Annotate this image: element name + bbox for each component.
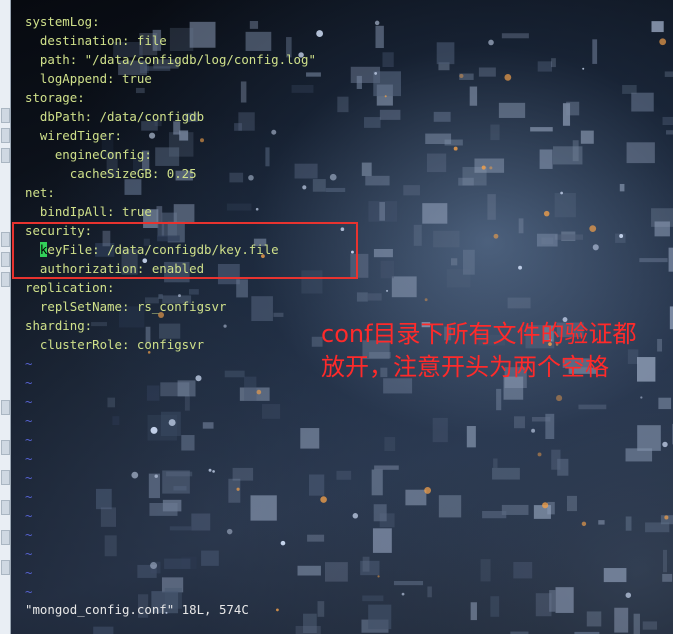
config-line[interactable]: clusterRole: configsvr [25, 335, 204, 354]
edge-tick [1, 108, 10, 123]
config-line[interactable]: replSetName: rs_configsvr [25, 297, 227, 316]
config-line[interactable]: bindIpAll: true [25, 202, 152, 221]
config-line[interactable]: wiredTiger: [25, 126, 122, 145]
config-line[interactable]: replication: [25, 278, 115, 297]
empty-line-tilde: ~ [25, 375, 33, 390]
config-line[interactable]: path: "/data/configdb/log/config.log" [25, 50, 316, 69]
config-line[interactable]: sharding: [25, 316, 92, 335]
config-line[interactable]: dbPath: /data/configdb [25, 107, 204, 126]
config-line[interactable]: systemLog: [25, 12, 100, 31]
config-line[interactable]: cacheSizeGB: 0.25 [25, 164, 197, 183]
empty-line-tilde: ~ [25, 508, 33, 523]
empty-line-tilde: ~ [25, 394, 33, 409]
empty-line-tilde: ~ [25, 413, 33, 428]
edge-tick [1, 232, 10, 247]
security-highlight-box [12, 222, 358, 279]
edge-tick [1, 470, 10, 485]
empty-line-tilde: ~ [25, 432, 33, 447]
edge-tick [1, 500, 10, 515]
config-line[interactable]: storage: [25, 88, 85, 107]
empty-line-tilde: ~ [25, 451, 33, 466]
empty-line-tilde: ~ [25, 470, 33, 485]
edge-tick [1, 272, 10, 287]
edge-tick [1, 440, 10, 455]
empty-line-tilde: ~ [25, 527, 33, 542]
empty-line-tilde: ~ [25, 356, 33, 371]
empty-line-tilde: ~ [25, 489, 33, 504]
edge-tick [1, 128, 10, 143]
wallpaper-background [91, 20, 673, 634]
config-line[interactable]: logAppend: true [25, 69, 152, 88]
edge-tick [1, 400, 10, 415]
config-line[interactable]: net: [25, 183, 55, 202]
edge-tick [1, 148, 10, 163]
edge-tick [1, 530, 10, 545]
edge-tick [1, 252, 10, 267]
vim-status-line: "mongod_config.conf" 18L, 574C [25, 602, 249, 617]
empty-line-tilde: ~ [25, 546, 33, 561]
config-line[interactable]: engineConfig: [25, 145, 152, 164]
left-window-edge [0, 0, 11, 634]
terminal-window[interactable]: systemLog: destination: file path: "/dat… [11, 0, 673, 634]
empty-line-tilde: ~ [25, 584, 33, 599]
annotation-note: conf目录下所有文件的验证都放开，注意开头为两个空格 [321, 320, 637, 381]
edge-tick [1, 560, 10, 575]
config-line[interactable]: destination: file [25, 31, 167, 50]
empty-line-tilde: ~ [25, 565, 33, 580]
